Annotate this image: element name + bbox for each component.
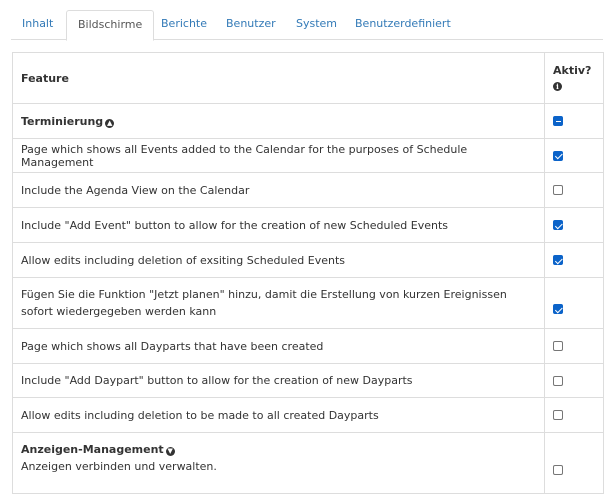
group-terminierung-checkbox[interactable] bbox=[553, 116, 563, 126]
checkbox-cell bbox=[544, 328, 604, 364]
feature-text: Include the Agenda View on the Calendar bbox=[12, 172, 545, 208]
tab-bildschirme[interactable]: Bildschirme bbox=[66, 10, 155, 41]
tab-benutzer[interactable]: Benutzer bbox=[215, 10, 287, 40]
checkbox-cell bbox=[544, 277, 604, 329]
row-checkbox[interactable] bbox=[553, 185, 563, 195]
tab-system[interactable]: System bbox=[285, 10, 348, 40]
checkbox-cell bbox=[544, 138, 604, 173]
table-row: Page which shows all Events added to the… bbox=[12, 138, 604, 173]
feature-table: Feature Aktiv? i Terminierung ▲ Page whic… bbox=[12, 52, 604, 494]
checkbox-cell bbox=[544, 242, 604, 278]
tab-berichte[interactable]: Berichte bbox=[150, 10, 218, 40]
group-row-anzeigen: Anzeigen-Management ▼ Anzeigen verbinden … bbox=[12, 432, 604, 494]
row-checkbox[interactable] bbox=[553, 304, 563, 314]
checkbox-cell bbox=[544, 363, 604, 398]
circle-arrow-down-icon[interactable]: ▼ bbox=[165, 447, 175, 456]
group-cell: Anzeigen-Management ▼ Anzeigen verbinden … bbox=[12, 432, 545, 494]
row-checkbox[interactable] bbox=[553, 220, 563, 230]
group-checkbox-cell bbox=[544, 103, 604, 139]
checkbox-cell bbox=[544, 397, 604, 433]
table-row: Allow edits including deletion to be mad… bbox=[12, 397, 604, 433]
group-description: Anzeigen verbinden und verwalten. bbox=[21, 460, 217, 473]
table-row: Fügen Sie die Funktion "Jetzt planen" hi… bbox=[12, 277, 604, 329]
row-checkbox[interactable] bbox=[553, 375, 563, 386]
table-row: Include "Add Event" button to allow for … bbox=[12, 207, 604, 243]
active-column-label: Aktiv? bbox=[553, 64, 592, 77]
checkbox-cell bbox=[544, 172, 604, 208]
group-cell: Terminierung ▲ bbox=[12, 103, 545, 139]
table-row: Page which shows all Dayparts that have … bbox=[12, 328, 604, 364]
feature-text: Fügen Sie die Funktion "Jetzt planen" hi… bbox=[12, 277, 545, 329]
group-title-anzeigen: Anzeigen-Management bbox=[21, 443, 164, 456]
row-checkbox[interactable] bbox=[553, 410, 563, 420]
feature-text: Allow edits including deletion of exsiti… bbox=[12, 242, 545, 278]
row-checkbox[interactable] bbox=[553, 255, 563, 265]
feature-text: Allow edits including deletion to be mad… bbox=[12, 397, 545, 433]
group-checkbox-cell bbox=[544, 432, 604, 494]
tab-bar: Inhalt Bildschirme Berichte Benutzer Sys… bbox=[11, 10, 603, 41]
group-row-terminierung: Terminierung ▲ bbox=[12, 103, 604, 139]
tab-benutzerdefiniert[interactable]: Benutzerdefiniert bbox=[344, 10, 462, 40]
feature-text: Include "Add Daypart" button to allow fo… bbox=[12, 363, 545, 398]
checkbox-cell bbox=[544, 207, 604, 243]
feature-text: Page which shows all Events added to the… bbox=[12, 138, 545, 173]
table-header-row: Feature Aktiv? i bbox=[12, 52, 604, 104]
circle-arrow-up-icon[interactable]: ▲ bbox=[105, 118, 115, 128]
info-icon[interactable]: i bbox=[553, 82, 562, 91]
row-checkbox[interactable] bbox=[553, 150, 563, 161]
group-title-terminierung: Terminierung bbox=[21, 114, 104, 128]
feature-text: Include "Add Event" button to allow for … bbox=[12, 207, 545, 243]
active-column-header: Aktiv? i bbox=[544, 52, 604, 104]
group-anzeigen-checkbox[interactable] bbox=[553, 464, 563, 475]
tab-inhalt[interactable]: Inhalt bbox=[11, 10, 64, 40]
table-row: Include "Add Daypart" button to allow fo… bbox=[12, 363, 604, 398]
row-checkbox[interactable] bbox=[553, 341, 563, 351]
feature-text: Page which shows all Dayparts that have … bbox=[12, 328, 545, 364]
table-row: Include the Agenda View on the Calendar bbox=[12, 172, 604, 208]
feature-column-header: Feature bbox=[12, 52, 545, 104]
table-row: Allow edits including deletion of exsiti… bbox=[12, 242, 604, 278]
